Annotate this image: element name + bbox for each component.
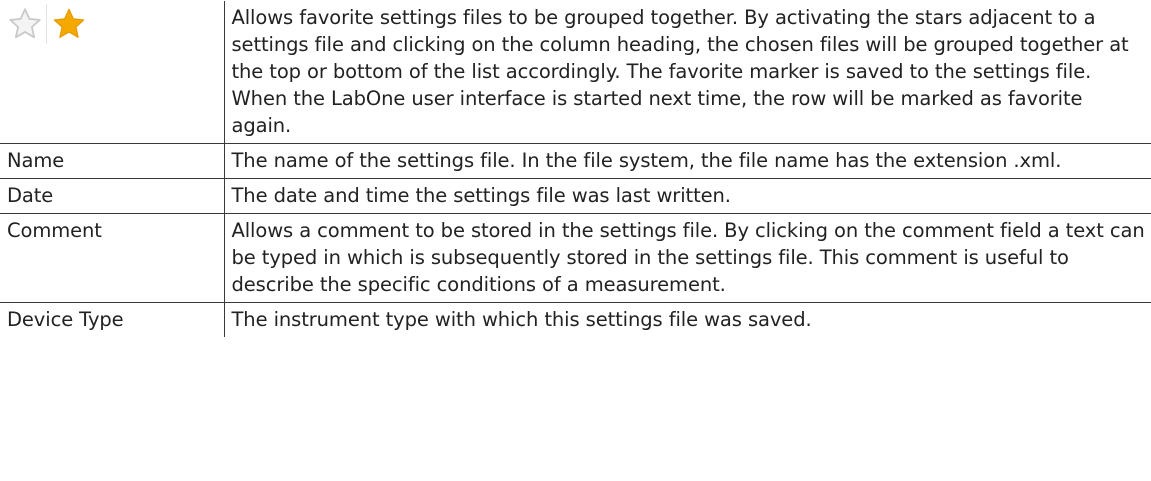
- term-date: Date: [0, 178, 225, 214]
- table-row-favorite: Allows favorite settings files to be gro…: [0, 1, 1151, 144]
- term-name: Name: [0, 143, 225, 179]
- name-description: The name of the settings file. In the fi…: [223, 143, 1151, 179]
- term-device-type: Device Type: [0, 302, 225, 337]
- favorite-icons-cell: [0, 1, 225, 144]
- table-row-name: Name The name of the settings file. In t…: [0, 143, 1151, 179]
- favorite-description: Allows favorite settings files to be gro…: [223, 1, 1151, 144]
- star-outline-icon: [9, 8, 41, 39]
- settings-columns-table: Allows favorite settings files to be gro…: [0, 1, 1151, 337]
- favorite-icons: [7, 4, 218, 44]
- icon-divider: [46, 4, 47, 44]
- table-row-device-type: Device Type The instrument type with whi…: [0, 302, 1151, 337]
- device-type-description: The instrument type with which this sett…: [223, 302, 1151, 337]
- table-row-comment: Comment Allows a comment to be stored in…: [0, 213, 1151, 303]
- term-comment: Comment: [0, 213, 225, 303]
- table-row-date: Date The date and time the settings file…: [0, 178, 1151, 214]
- comment-description: Allows a comment to be stored in the set…: [223, 213, 1151, 303]
- star-filled-icon: [53, 8, 85, 38]
- date-description: The date and time the settings file was …: [223, 178, 1151, 214]
